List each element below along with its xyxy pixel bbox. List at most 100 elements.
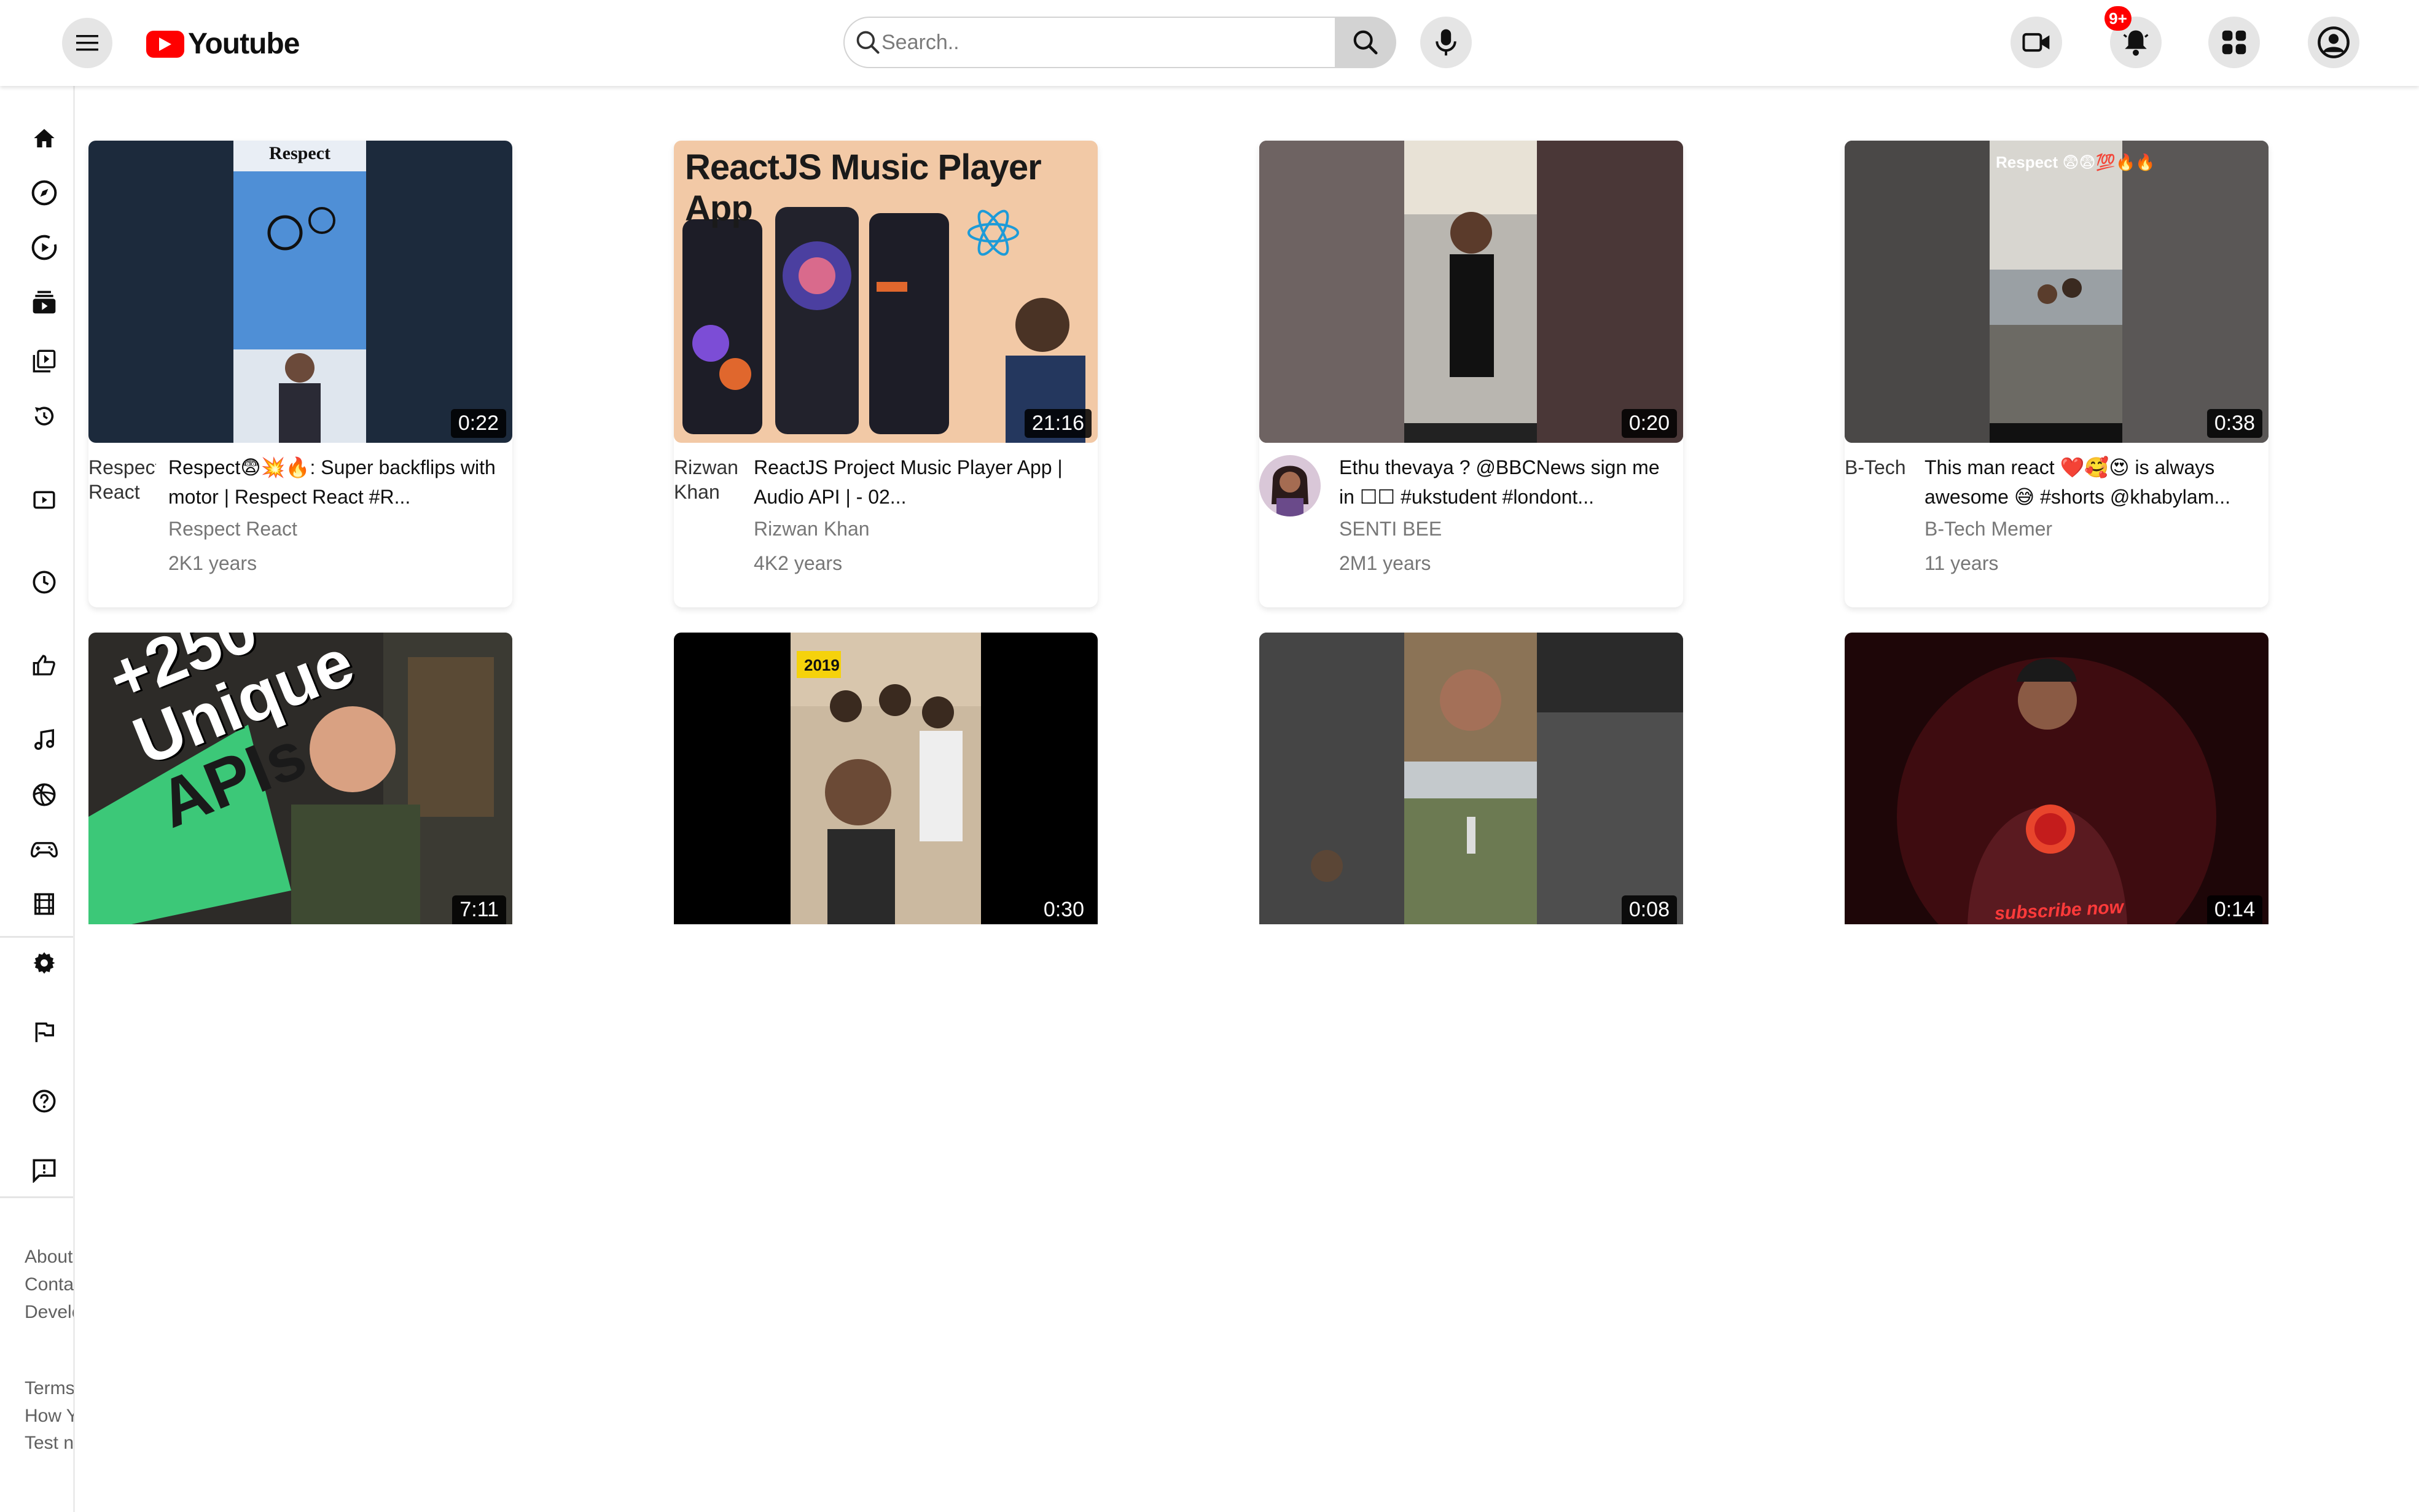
apps-button[interactable]	[2208, 17, 2260, 68]
duration-badge: 0:38	[2206, 409, 2262, 438]
duration-badge: 7:11	[452, 895, 506, 924]
channel-name[interactable]: Rizwan Khan	[754, 518, 870, 540]
search-icon	[856, 31, 880, 54]
duration-badge: 0:30	[1036, 895, 1092, 924]
thumbnail-image	[1845, 141, 2269, 443]
video-title[interactable]: Respect😨💥🔥: Super backflips with motor |…	[168, 453, 500, 512]
watch-later-icon[interactable]	[29, 567, 59, 597]
apps-grid-icon	[2222, 30, 2246, 55]
duration-badge: 0:22	[450, 409, 506, 438]
user-circle-icon	[2318, 26, 2350, 58]
liked-videos-icon[interactable]	[29, 650, 59, 680]
video-thumbnail[interactable]: 0:20	[1259, 141, 1683, 443]
notification-badge: 9+	[2104, 6, 2132, 31]
footer-link-about[interactable]: About	[25, 1247, 74, 1268]
search-box	[843, 17, 1335, 68]
gaming-icon[interactable]	[29, 835, 59, 864]
channel-avatar[interactable]: B-Tech	[1845, 455, 1912, 507]
channel-name[interactable]: SENTI BEE	[1339, 518, 1442, 540]
sidebar-divider	[0, 936, 73, 938]
explore-icon[interactable]	[29, 178, 59, 208]
voice-search-button[interactable]	[1420, 17, 1472, 68]
sidebar-divider	[0, 1196, 73, 1198]
report-flag-icon[interactable]	[29, 1018, 59, 1047]
sports-icon[interactable]	[29, 780, 59, 809]
video-thumbnail[interactable]: subscribe now 0:14	[1845, 633, 2269, 924]
thumbnail-image	[1845, 633, 2269, 924]
video-camera-icon	[2022, 33, 2050, 52]
feedback-icon[interactable]	[29, 1156, 59, 1185]
help-icon[interactable]	[29, 1086, 59, 1116]
thumbnail-caption: ReactJS Music Player App	[685, 147, 1042, 228]
video-thumbnail[interactable]: ReactJS Music Player App 21:16	[674, 141, 1098, 443]
duration-badge: 0:20	[1621, 409, 1677, 438]
youtube-logo[interactable]: Youtube	[146, 27, 300, 61]
top-header: Youtube 9+	[0, 0, 2419, 86]
your-videos-icon[interactable]	[29, 485, 59, 515]
video-stats: 2M1 years	[1339, 552, 1431, 574]
video-title[interactable]: This man react ❤️🥰😍 is always awesome 😅 …	[1925, 453, 2256, 512]
video-thumbnail[interactable]: 0:08	[1259, 633, 1683, 924]
video-meta: B-Tech This man react ❤️🥰😍 is always awe…	[1845, 443, 2269, 607]
video-card[interactable]: subscribe now 0:14	[1845, 633, 2269, 924]
thumbnail-image	[1259, 633, 1683, 924]
channel-avatar[interactable]	[1259, 455, 1321, 516]
create-video-button[interactable]	[2011, 17, 2062, 68]
video-stats: 2K1 years	[168, 552, 257, 574]
video-title[interactable]: ReactJS Project Music Player App | Audio…	[754, 453, 1085, 512]
video-stats: 11 years	[1925, 552, 1999, 574]
video-card[interactable]: 0:08	[1259, 633, 1683, 924]
footer-link-terms[interactable]: Terms	[25, 1378, 74, 1399]
bell-icon	[2123, 30, 2149, 56]
thumbnail-image	[674, 633, 1098, 924]
search-input[interactable]	[881, 30, 1311, 55]
video-card[interactable]: ReactJS Music Player App 21:16 Rizwan Kh…	[674, 141, 1098, 607]
video-meta: Respect React Respect😨💥🔥: Super backflip…	[88, 443, 512, 607]
video-card[interactable]: Respect 0:22 Respect React Respect😨💥🔥: S…	[88, 141, 512, 607]
thumbnail-image	[1259, 141, 1683, 443]
logo-text: Youtube	[188, 28, 300, 60]
subscriptions-icon[interactable]	[29, 287, 59, 317]
video-card[interactable]: +250 Unique APIs 7:11	[88, 633, 512, 924]
duration-badge: 0:14	[2206, 895, 2262, 924]
video-card[interactable]: Respect 😨😨💯🔥🔥 0:38 B-Tech This man react…	[1845, 141, 2269, 607]
search-icon	[1353, 30, 1378, 55]
svg-text:Respect: Respect	[269, 143, 330, 163]
video-meta: Rizwan Khan ReactJS Project Music Player…	[674, 443, 1098, 607]
youtube-play-icon	[146, 30, 184, 58]
settings-icon[interactable]	[29, 948, 59, 978]
thumbnail-caption: Respect 😨😨💯🔥🔥	[1996, 153, 2155, 171]
video-thumbnail[interactable]: Respect 😨😨💯🔥🔥 0:38	[1845, 141, 2269, 443]
history-icon[interactable]	[29, 402, 59, 431]
menu-button[interactable]	[62, 18, 112, 68]
account-button[interactable]	[2308, 17, 2359, 68]
channel-avatar[interactable]: Respect React	[88, 455, 156, 507]
footer-link-how-youtube-works[interactable]: How YouTube works	[25, 1406, 74, 1427]
channel-name[interactable]: B-Tech Memer	[1925, 518, 2052, 540]
video-thumbnail[interactable]: +250 Unique APIs 7:11	[88, 633, 512, 924]
sidebar: About Contact Developers Terms How YouTu…	[0, 86, 75, 1512]
library-icon[interactable]	[29, 346, 59, 376]
video-thumbnail[interactable]: Respect 0:22	[88, 141, 512, 443]
footer-link-contact[interactable]: Contact	[25, 1274, 74, 1295]
shorts-icon[interactable]	[29, 233, 59, 262]
home-icon[interactable]	[29, 123, 59, 153]
footer-link-test-features[interactable]: Test new features	[25, 1433, 74, 1454]
video-meta: Ethu thevaya ? @BBCNews sign me in ☐☐ #u…	[1259, 443, 1683, 607]
search-button[interactable]	[1335, 17, 1396, 68]
movies-icon[interactable]	[29, 889, 59, 919]
duration-badge: 21:16	[1024, 409, 1092, 438]
video-stats: 4K2 years	[754, 552, 843, 574]
channel-name[interactable]: Respect React	[168, 518, 297, 540]
footer-link-developers[interactable]: Developers	[25, 1302, 74, 1323]
video-card[interactable]: 2019 0:30	[674, 633, 1098, 924]
microphone-icon	[1436, 29, 1456, 56]
thumbnail-image: Respect	[88, 141, 512, 443]
video-card[interactable]: 0:20 Ethu thevaya ? @BBCNews sign me in …	[1259, 141, 1683, 607]
duration-badge: 0:08	[1621, 895, 1677, 924]
hamburger-icon	[76, 35, 98, 51]
channel-avatar[interactable]: Rizwan Khan	[674, 455, 741, 507]
video-title[interactable]: Ethu thevaya ? @BBCNews sign me in ☐☐ #u…	[1339, 453, 1671, 512]
video-thumbnail[interactable]: 2019 0:30	[674, 633, 1098, 924]
music-icon[interactable]	[29, 725, 59, 755]
